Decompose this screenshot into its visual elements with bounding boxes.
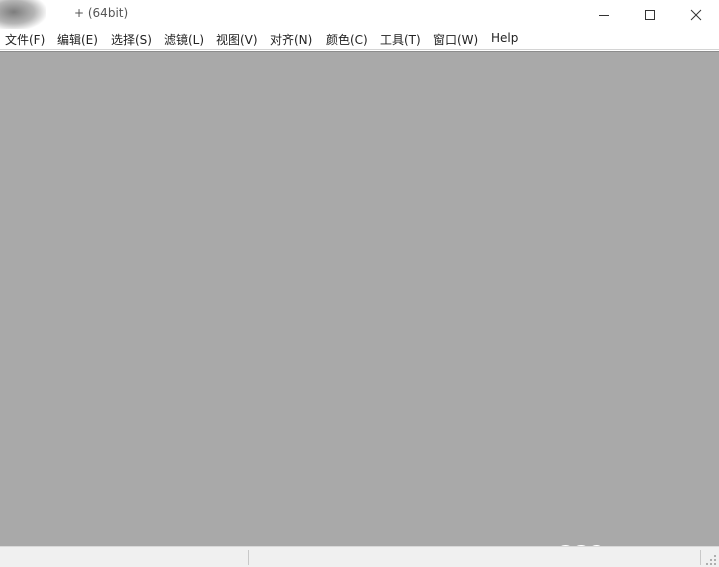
- canvas-workspace[interactable]: 289 .com 手游网: [0, 51, 719, 567]
- menu-color[interactable]: 颜色(C): [326, 31, 368, 48]
- app-window: + (64bit) 文件(F) 编辑(E) 选择(S) 滤镜(L) 视图(V) …: [0, 0, 719, 567]
- close-icon: [690, 9, 702, 20]
- window-title: + (64bit): [74, 6, 129, 20]
- title-bar[interactable]: + (64bit): [0, 0, 719, 30]
- close-button[interactable]: [673, 0, 719, 29]
- minimize-button[interactable]: [581, 0, 627, 29]
- status-bar: [0, 546, 719, 567]
- menu-window[interactable]: 窗口(W): [433, 31, 478, 48]
- menu-tools[interactable]: 工具(T): [380, 31, 421, 48]
- menu-select[interactable]: 选择(S): [111, 31, 152, 48]
- menu-file[interactable]: 文件(F): [5, 31, 45, 48]
- menu-bar: 文件(F) 编辑(E) 选择(S) 滤镜(L) 视图(V) 对齐(N) 颜色(C…: [0, 29, 719, 50]
- app-icon: [0, 0, 46, 30]
- menu-help[interactable]: Help: [491, 31, 518, 45]
- status-pane-main: [250, 550, 701, 565]
- menu-filter[interactable]: 滤镜(L): [164, 31, 204, 48]
- menu-edit[interactable]: 编辑(E): [57, 31, 98, 48]
- menu-view[interactable]: 视图(V): [216, 31, 258, 48]
- menu-align[interactable]: 对齐(N): [270, 31, 312, 48]
- maximize-button[interactable]: [627, 0, 673, 29]
- maximize-icon: [645, 9, 655, 20]
- status-pane-left: [0, 550, 249, 565]
- minimize-icon: [599, 14, 609, 16]
- resize-grip-icon[interactable]: [705, 554, 717, 566]
